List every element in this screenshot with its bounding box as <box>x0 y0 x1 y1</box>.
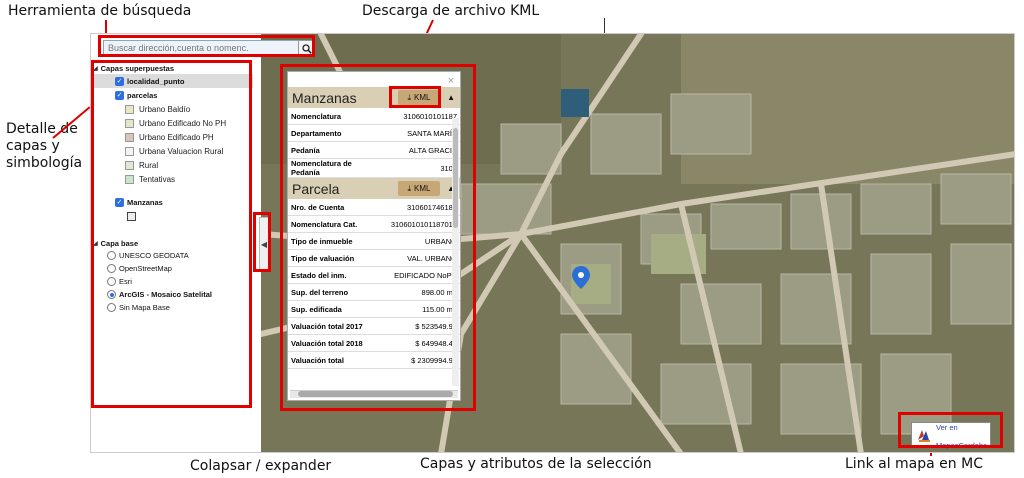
annotation-mc-link: Link al mapa en MC <box>845 456 983 472</box>
highlight-collapse <box>253 212 271 272</box>
annotation-selection-attrs: Capas y atributos de la selección <box>420 456 652 472</box>
highlight-attrs <box>280 64 476 411</box>
annotated-screenshot: Herramienta de búsqueda Descarga de arch… <box>0 0 1024 478</box>
highlight-search <box>98 35 315 57</box>
annotation-collapse-expand: Colapsar / expander <box>190 458 332 474</box>
annotation-search-tool: Herramienta de búsqueda <box>8 3 192 19</box>
highlight-mc <box>898 412 1003 448</box>
highlight-layers <box>91 60 252 408</box>
annotation-layer-detail: Detalle de capas y simbología <box>6 121 83 171</box>
annotation-kml-download: Descarga de archivo KML <box>362 3 540 19</box>
